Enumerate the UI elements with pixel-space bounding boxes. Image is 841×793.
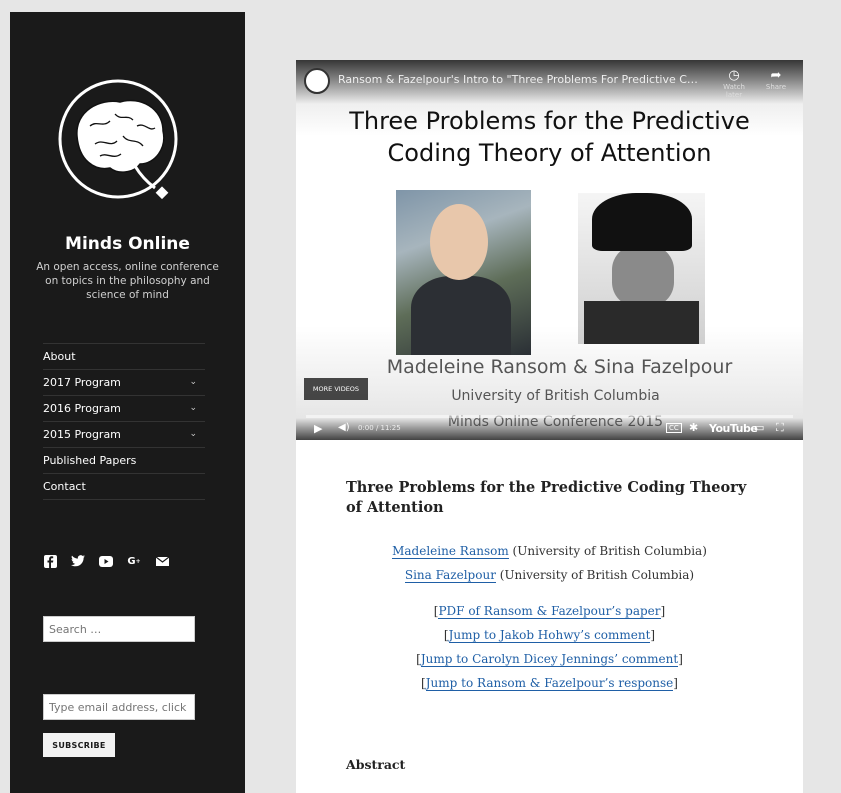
response-link[interactable]: Jump to Ransom & Fazelpour’s response <box>425 676 674 691</box>
jennings-comment-link[interactable]: Jump to Carolyn Dicey Jennings’ comment <box>420 652 679 667</box>
menu-item-label: 2016 Program <box>43 402 121 415</box>
play-icon[interactable]: ▶ <box>314 422 322 435</box>
video-title[interactable]: Ransom & Fazelpour's Intro to "Three Pro… <box>338 73 698 86</box>
watch-later-label: Watch later <box>723 83 745 99</box>
link-line: [Jump to Ransom & Fazelpour’s response] <box>421 676 678 691</box>
search-input[interactable] <box>43 616 195 642</box>
author-link[interactable]: Madeleine Ransom <box>392 544 509 559</box>
menu-item-label: Contact <box>43 480 86 493</box>
cast-icon[interactable]: ▭ <box>754 421 764 434</box>
author-affiliation: (University of British Columbia) <box>512 544 707 558</box>
menu-item-label: About <box>43 350 76 363</box>
channel-avatar[interactable] <box>304 68 330 94</box>
chevron-down-icon[interactable]: ⌄ <box>189 370 197 395</box>
link-line: [Jump to Jakob Hohwy’s comment] <box>443 628 656 643</box>
menu-item-label: 2015 Program <box>43 428 121 441</box>
author-affiliation: (University of British Columbia) <box>499 568 695 582</box>
link-line: [PDF of Ransom & Fazelpour’s paper] <box>433 604 666 619</box>
watch-later-button[interactable]: ◷ Watch later <box>714 68 754 99</box>
youtube-icon[interactable] <box>99 554 113 568</box>
subscribe-button[interactable]: SUBSCRIBE <box>43 733 115 757</box>
captions-icon[interactable]: CC <box>666 423 682 433</box>
menu-item-published-papers[interactable]: Published Papers <box>43 448 205 474</box>
google-plus-icon[interactable]: G + <box>127 554 141 568</box>
brain-logo-icon[interactable] <box>55 76 190 211</box>
menu-item-label: 2017 Program <box>43 376 121 389</box>
slide-title: Three Problems for the Predictive Coding… <box>349 107 750 167</box>
photo-madeleine-ransom <box>396 190 531 355</box>
video-top-bar: Ransom & Fazelpour's Intro to "Three Pro… <box>296 60 803 104</box>
volume-icon[interactable]: ◀) <box>338 422 350 433</box>
clock-icon: ◷ <box>728 68 740 83</box>
link-line: [Jump to Carolyn Dicey Jennings’ comment… <box>416 652 683 667</box>
slide-university: University of British Columbia <box>451 388 660 404</box>
twitter-icon[interactable] <box>71 554 85 568</box>
youtube-logo[interactable]: YouTube <box>709 422 758 435</box>
time-display: 0:00 / 11:25 <box>358 424 401 432</box>
share-arrow-icon: ➦ <box>770 68 782 83</box>
menu-item-2015-program[interactable]: 2015 Program ⌄ <box>43 422 205 448</box>
photo-sina-fazelpour <box>578 193 705 344</box>
menu-item-contact[interactable]: Contact <box>43 474 205 500</box>
video-player[interactable]: Three Problems for the Predictive Coding… <box>296 60 803 440</box>
chevron-down-icon[interactable]: ⌄ <box>189 422 197 447</box>
main-menu: About 2017 Program ⌄ 2016 Program ⌄ 2015 P… <box>43 343 205 500</box>
menu-item-label: Published Papers <box>43 454 137 467</box>
email-icon[interactable] <box>155 554 169 568</box>
menu-item-about[interactable]: About <box>43 344 205 370</box>
main-content: Three Problems for the Predictive Coding… <box>296 60 803 793</box>
post-title: Three Problems for the Predictive Coding… <box>346 479 747 516</box>
fullscreen-icon[interactable]: ⛶ <box>776 421 784 435</box>
slide-names: Madeleine Ransom & Sina Fazelpour <box>386 356 733 378</box>
menu-item-2016-program[interactable]: 2016 Program ⌄ <box>43 396 205 422</box>
facebook-icon[interactable] <box>43 554 57 568</box>
gear-icon[interactable]: ✱ <box>689 421 698 434</box>
related-links: [PDF of Ransom & Fazelpour’s paper] [Jum… <box>296 599 803 695</box>
more-videos-button[interactable]: MORE VIDEOS <box>304 378 368 400</box>
author-link[interactable]: Sina Fazelpour <box>404 568 496 583</box>
sidebar: Minds Online An open access, online conf… <box>10 12 245 793</box>
share-button[interactable]: ➦ Share <box>758 68 794 91</box>
site-description: An open access, online conference on top… <box>36 261 219 301</box>
social-links: G + <box>43 554 169 568</box>
email-subscribe-field[interactable] <box>43 694 195 720</box>
author-line: Sina Fazelpour (University of British Co… <box>296 563 803 587</box>
share-label: Share <box>765 83 787 91</box>
site-title[interactable]: Minds Online <box>10 234 245 254</box>
pdf-link[interactable]: PDF of Ransom & Fazelpour’s paper <box>438 604 661 619</box>
chevron-down-icon[interactable]: ⌄ <box>189 396 197 421</box>
video-controls: ▶ ◀) 0:00 / 11:25 CC ✱ YouTube ▭ ⛶ <box>296 418 803 440</box>
menu-item-2017-program[interactable]: 2017 Program ⌄ <box>43 370 205 396</box>
hohwy-comment-link[interactable]: Jump to Jakob Hohwy’s comment <box>448 628 651 643</box>
abstract-heading: Abstract <box>346 757 406 772</box>
author-list: Madeleine Ransom (University of British … <box>296 539 803 587</box>
author-line: Madeleine Ransom (University of British … <box>296 539 803 563</box>
